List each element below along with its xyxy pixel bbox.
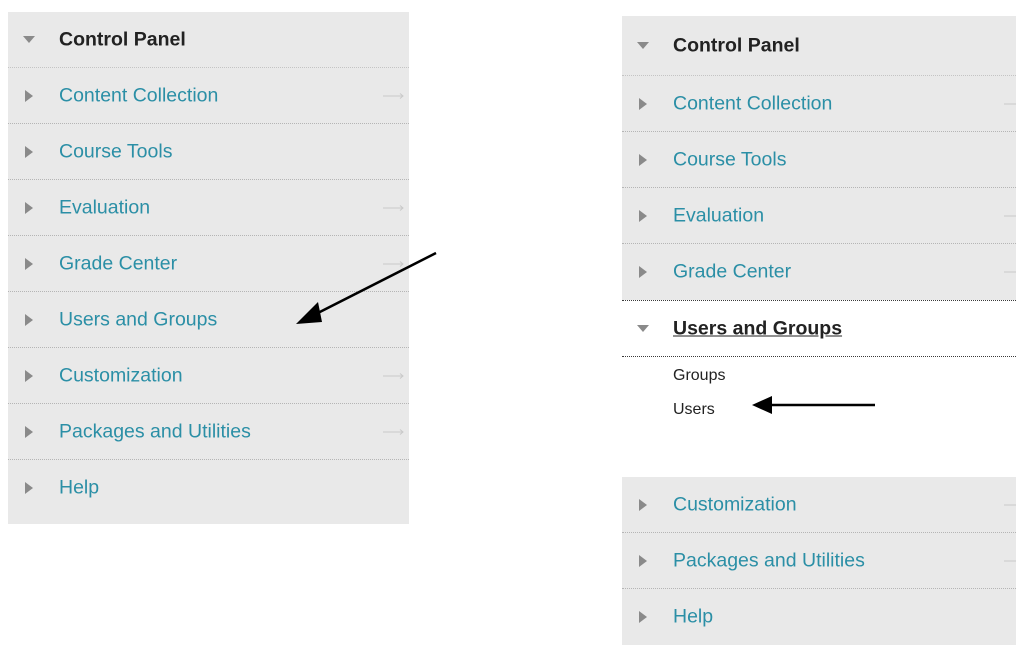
menu-item-content-collection[interactable]: Content Collection [622, 76, 1016, 132]
row-arrow-icon [383, 92, 404, 99]
triangle-right-icon [25, 201, 33, 214]
menu-item-course-tools[interactable]: Course Tools [8, 124, 409, 180]
control-panel-title: Control Panel [673, 34, 800, 56]
triangle-right-icon [639, 611, 647, 623]
menu-item-grade-center[interactable]: Grade Center [622, 244, 1016, 300]
menu-item-label[interactable]: Packages and Utilities [59, 420, 251, 443]
menu-item-label[interactable]: Packages and Utilities [673, 549, 865, 572]
triangle-right-icon [639, 266, 647, 278]
menu-item-label[interactable]: Grade Center [59, 252, 177, 275]
triangle-right-icon [25, 369, 33, 382]
control-panel-title: Control Panel [59, 28, 186, 50]
right-control-panel: Control Panel Content Collection Course … [622, 16, 1016, 645]
row-arrow-icon [383, 260, 404, 267]
row-arrow-icon [1004, 215, 1016, 216]
row-arrow-icon [1004, 560, 1016, 561]
menu-item-customization[interactable]: Customization [8, 348, 409, 404]
left-control-panel: Control Panel Content Collection Course … [8, 12, 409, 524]
menu-item-customization[interactable]: Customization [622, 477, 1016, 533]
menu-item-course-tools[interactable]: Course Tools [622, 132, 1016, 188]
control-panel-header[interactable]: Control Panel [622, 16, 1016, 76]
triangle-down-icon [637, 41, 649, 49]
triangle-right-icon [639, 498, 647, 511]
menu-item-label[interactable]: Users and Groups [59, 308, 217, 331]
menu-item-label[interactable]: Customization [673, 493, 797, 516]
row-arrow-icon [1004, 504, 1016, 505]
submenu-item-groups[interactable]: Groups [673, 367, 725, 385]
triangle-right-icon [25, 313, 33, 326]
menu-item-packages-and-utilities[interactable]: Packages and Utilities [8, 404, 409, 460]
menu-item-label[interactable]: Help [673, 606, 713, 629]
triangle-right-icon [639, 554, 647, 567]
triangle-right-icon [639, 153, 647, 166]
row-arrow-icon [1004, 271, 1016, 273]
menu-item-help[interactable]: Help [8, 460, 409, 516]
triangle-right-icon [25, 89, 33, 102]
menu-item-label[interactable]: Grade Center [673, 261, 791, 284]
triangle-right-icon [25, 145, 33, 158]
menu-item-label[interactable]: Evaluation [59, 196, 150, 219]
menu-item-label[interactable]: Evaluation [673, 204, 764, 227]
row-arrow-icon [1004, 103, 1016, 104]
row-arrow-icon [383, 372, 404, 379]
menu-item-grade-center[interactable]: Grade Center [8, 236, 409, 292]
menu-item-evaluation[interactable]: Evaluation [622, 188, 1016, 244]
users-and-groups-expanded: Users and Groups Groups Users [622, 300, 1016, 477]
menu-item-label[interactable]: Content Collection [59, 84, 218, 107]
menu-item-label[interactable]: Course Tools [59, 140, 172, 163]
triangle-down-icon [23, 35, 35, 43]
menu-item-help[interactable]: Help [622, 589, 1016, 645]
triangle-right-icon [639, 97, 647, 110]
menu-item-label[interactable]: Customization [59, 364, 183, 387]
triangle-right-icon [639, 209, 647, 222]
menu-item-label[interactable]: Course Tools [673, 148, 786, 171]
row-arrow-icon [383, 428, 404, 435]
menu-item-label[interactable]: Content Collection [673, 92, 832, 115]
menu-item-label[interactable]: Help [59, 477, 99, 500]
control-panel-header[interactable]: Control Panel [8, 12, 409, 68]
triangle-right-icon [25, 425, 33, 438]
submenu-item-users[interactable]: Users [673, 401, 715, 419]
triangle-right-icon [25, 257, 33, 270]
triangle-right-icon [25, 482, 33, 494]
menu-item-label[interactable]: Users and Groups [673, 317, 842, 340]
menu-item-content-collection[interactable]: Content Collection [8, 68, 409, 124]
row-arrow-icon [383, 204, 404, 211]
triangle-down-icon [637, 324, 649, 332]
menu-item-evaluation[interactable]: Evaluation [8, 180, 409, 236]
menu-item-users-and-groups[interactable]: Users and Groups [8, 292, 409, 348]
menu-item-packages-and-utilities[interactable]: Packages and Utilities [622, 533, 1016, 589]
menu-item-users-and-groups[interactable]: Users and Groups [622, 301, 1016, 357]
